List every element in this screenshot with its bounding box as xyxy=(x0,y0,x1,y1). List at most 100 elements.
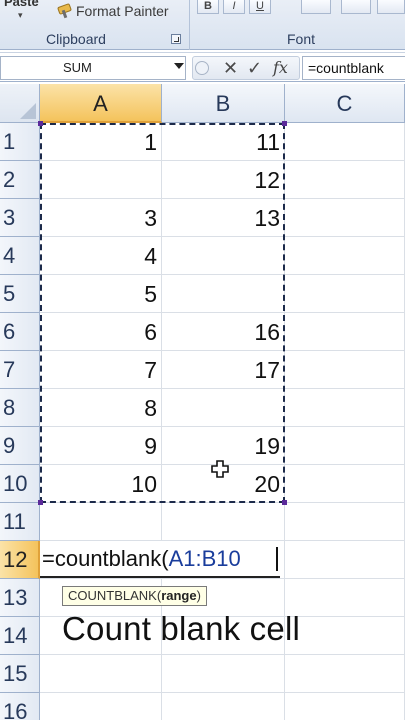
clipboard-group-label: Clipboard xyxy=(46,31,106,47)
row-header[interactable]: 8 xyxy=(0,389,40,427)
cell-a[interactable]: 9 xyxy=(40,427,162,465)
cell-b[interactable] xyxy=(162,275,285,313)
cell-a[interactable]: 4 xyxy=(40,237,162,275)
cell-b[interactable]: 16 xyxy=(162,313,285,351)
table-row: 1 1 11 xyxy=(0,123,405,161)
cell-c[interactable] xyxy=(285,123,405,161)
cell-b[interactable] xyxy=(162,503,285,541)
table-row: 10 10 20 xyxy=(0,465,405,503)
row-header[interactable]: 15 xyxy=(0,655,40,693)
table-row: 16 xyxy=(0,693,405,720)
select-all-button[interactable] xyxy=(0,84,40,123)
cell-c[interactable] xyxy=(285,541,405,579)
column-header-a[interactable]: A xyxy=(40,84,162,123)
enter-check-icon[interactable]: ✓ xyxy=(247,57,262,79)
formula-input[interactable]: =countblank xyxy=(302,56,405,80)
table-row: 7 7 17 xyxy=(0,351,405,389)
cell-c[interactable] xyxy=(285,275,405,313)
table-row: 9 9 19 xyxy=(0,427,405,465)
cell-b[interactable] xyxy=(162,237,285,275)
table-row: 44 xyxy=(0,237,405,275)
cell-a[interactable] xyxy=(40,693,162,720)
cell-b[interactable] xyxy=(162,389,285,427)
table-row: 55 xyxy=(0,275,405,313)
row-header[interactable]: 12 xyxy=(0,541,40,579)
cell-c[interactable] xyxy=(285,655,405,693)
tooltip-arg: range xyxy=(161,588,197,603)
caption-overlay: Count blank cell xyxy=(62,610,301,647)
name-box-dropdown-icon[interactable] xyxy=(174,63,184,69)
format-painter-button[interactable]: Format Painter xyxy=(56,2,169,20)
cell-b[interactable] xyxy=(162,655,285,693)
cell-c[interactable] xyxy=(285,313,405,351)
cell-b[interactable]: 12 xyxy=(162,161,285,199)
editing-cell-a12[interactable]: =countblank(A1:B10 xyxy=(40,541,280,578)
editing-func: =countblank( xyxy=(42,546,169,571)
cell-c[interactable] xyxy=(285,503,405,541)
cell-a[interactable] xyxy=(40,503,162,541)
paste-button[interactable]: Paste xyxy=(4,0,39,9)
borders-button[interactable] xyxy=(301,0,331,14)
table-row: 11 xyxy=(0,503,405,541)
name-box[interactable]: SUM xyxy=(0,56,186,80)
formula-bar-resize-handle[interactable] xyxy=(195,61,209,75)
cell-b[interactable]: 11 xyxy=(162,123,285,161)
cell-c[interactable] xyxy=(285,237,405,275)
clipboard-group: Paste ▾ Format Painter Clipboard xyxy=(0,0,190,50)
cell-c[interactable] xyxy=(285,389,405,427)
underline-button[interactable]: U xyxy=(249,0,271,14)
table-row: 88 xyxy=(0,389,405,427)
cell-a[interactable]: 5 xyxy=(40,275,162,313)
row-header[interactable]: 6 xyxy=(0,313,40,351)
table-row: 2 12 xyxy=(0,161,405,199)
cell-a[interactable]: 7 xyxy=(40,351,162,389)
cell-a[interactable]: 3 xyxy=(40,199,162,237)
row-header[interactable]: 16 xyxy=(0,693,40,720)
row-header[interactable]: 10 xyxy=(0,465,40,503)
row-header[interactable]: 3 xyxy=(0,199,40,237)
cell-a[interactable] xyxy=(40,161,162,199)
cell-c[interactable] xyxy=(285,617,405,655)
font-color-button[interactable] xyxy=(377,0,405,14)
function-tooltip[interactable]: COUNTBLANK(range) xyxy=(62,586,207,606)
row-header[interactable]: 11 xyxy=(0,503,40,541)
bold-button[interactable]: B xyxy=(197,0,219,14)
cell-b[interactable] xyxy=(162,693,285,720)
fill-color-button[interactable] xyxy=(341,0,371,14)
cell-a[interactable] xyxy=(40,655,162,693)
cell-c[interactable] xyxy=(285,351,405,389)
row-header[interactable]: 5 xyxy=(0,275,40,313)
cell-c[interactable] xyxy=(285,161,405,199)
cell-c[interactable] xyxy=(285,579,405,617)
paste-dropdown-icon[interactable]: ▾ xyxy=(18,10,23,21)
cell-a[interactable]: 6 xyxy=(40,313,162,351)
cell-a[interactable]: 10 xyxy=(40,465,162,503)
row-header[interactable]: 1 xyxy=(0,123,40,161)
row-header[interactable]: 7 xyxy=(0,351,40,389)
format-painter-icon xyxy=(56,4,72,18)
cell-b[interactable]: 17 xyxy=(162,351,285,389)
fx-icon[interactable]: fx xyxy=(273,57,288,79)
row-header[interactable]: 4 xyxy=(0,237,40,275)
cell-a[interactable]: 1 xyxy=(40,123,162,161)
cell-c[interactable] xyxy=(285,693,405,720)
column-header-c[interactable]: C xyxy=(285,84,405,123)
cell-c[interactable] xyxy=(285,199,405,237)
format-painter-label: Format Painter xyxy=(76,3,169,19)
italic-button[interactable]: I xyxy=(223,0,245,14)
cell-b[interactable]: 13 xyxy=(162,199,285,237)
editing-range-ref: A1:B10 xyxy=(168,546,241,571)
dialog-launcher-icon[interactable] xyxy=(171,34,181,44)
move-cursor-icon xyxy=(211,460,229,478)
cell-c[interactable] xyxy=(285,465,405,503)
row-header[interactable]: 14 xyxy=(0,617,40,655)
table-row: 15 xyxy=(0,655,405,693)
column-header-b[interactable]: B xyxy=(162,84,285,123)
cell-a[interactable]: 8 xyxy=(40,389,162,427)
cancel-x-icon[interactable]: ✕ xyxy=(223,57,238,79)
row-header[interactable]: 13 xyxy=(0,579,40,617)
cell-c[interactable] xyxy=(285,427,405,465)
table-row: 3 3 13 xyxy=(0,199,405,237)
row-header[interactable]: 9 xyxy=(0,427,40,465)
row-header[interactable]: 2 xyxy=(0,161,40,199)
